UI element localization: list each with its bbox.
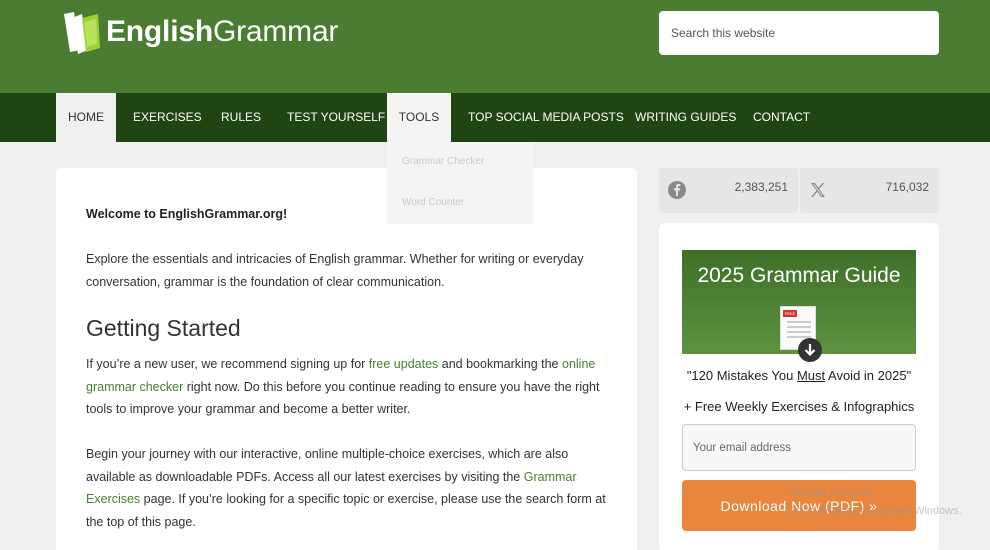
nav-contact[interactable]: CONTACT: [753, 93, 810, 142]
nav-rules[interactable]: RULES: [221, 93, 261, 142]
download-arrow-icon: [798, 338, 822, 362]
new-user-paragraph: If you’re a new user, we recommend signi…: [86, 357, 600, 416]
intro-paragraph: Explore the essentials and intricacies o…: [86, 252, 584, 289]
facebook-icon: [667, 180, 687, 200]
x-icon: [808, 180, 828, 200]
nav-home[interactable]: HOME: [56, 93, 116, 142]
grammar-guide-banner[interactable]: 2025 Grammar Guide FREE: [682, 250, 916, 362]
weekly-exercises-text: + Free Weekly Exercises & Infographics: [683, 399, 915, 414]
mistakes-tagline: "120 Mistakes You Must Avoid in 2025": [686, 368, 912, 383]
free-tag: FREE: [783, 310, 797, 317]
nav-writing-guides[interactable]: WRITING GUIDES: [635, 93, 736, 142]
email-field[interactable]: [682, 424, 916, 471]
dropdown-word-counter[interactable]: Word Counter: [402, 197, 464, 208]
books-logo-icon: [60, 8, 102, 56]
dropdown-grammar-checker[interactable]: Grammar Checker: [402, 156, 484, 167]
main-content: Welcome to EnglishGrammar.org! Explore t…: [56, 168, 637, 550]
facebook-count: 2,383,251: [734, 180, 788, 194]
x-count: 716,032: [885, 180, 929, 194]
facebook-share[interactable]: 2,383,251: [659, 168, 798, 213]
exercises-paragraph: Begin your journey with our interactive,…: [86, 447, 606, 529]
logo-text: EnglishGrammar: [106, 15, 339, 48]
search-input[interactable]: [659, 11, 939, 55]
nav-tools[interactable]: TOOLS: [387, 93, 451, 142]
guide-title: 2025 Grammar Guide: [697, 264, 901, 287]
nav-test-yourself[interactable]: TEST YOURSELF: [287, 93, 385, 142]
tools-dropdown: Grammar Checker Word Counter: [387, 142, 533, 224]
free-updates-link[interactable]: free updates: [369, 357, 439, 371]
x-share[interactable]: 716,032: [800, 168, 939, 213]
activate-windows-watermark: Activate Windows Go to Settings to activ…: [788, 487, 962, 517]
nav-exercises[interactable]: EXERCISES: [133, 93, 202, 142]
getting-started-heading: Getting Started: [86, 315, 241, 341]
site-logo[interactable]: EnglishGrammar: [60, 8, 338, 56]
nav-top-social-media-posts[interactable]: TOP SOCIAL MEDIA POSTS: [468, 93, 624, 142]
main-nav: HOME EXERCISES RULES TEST YOURSELF TOOLS…: [0, 93, 990, 142]
site-header: EnglishGrammar: [0, 0, 990, 93]
welcome-heading: Welcome to EnglishGrammar.org!: [86, 207, 288, 221]
